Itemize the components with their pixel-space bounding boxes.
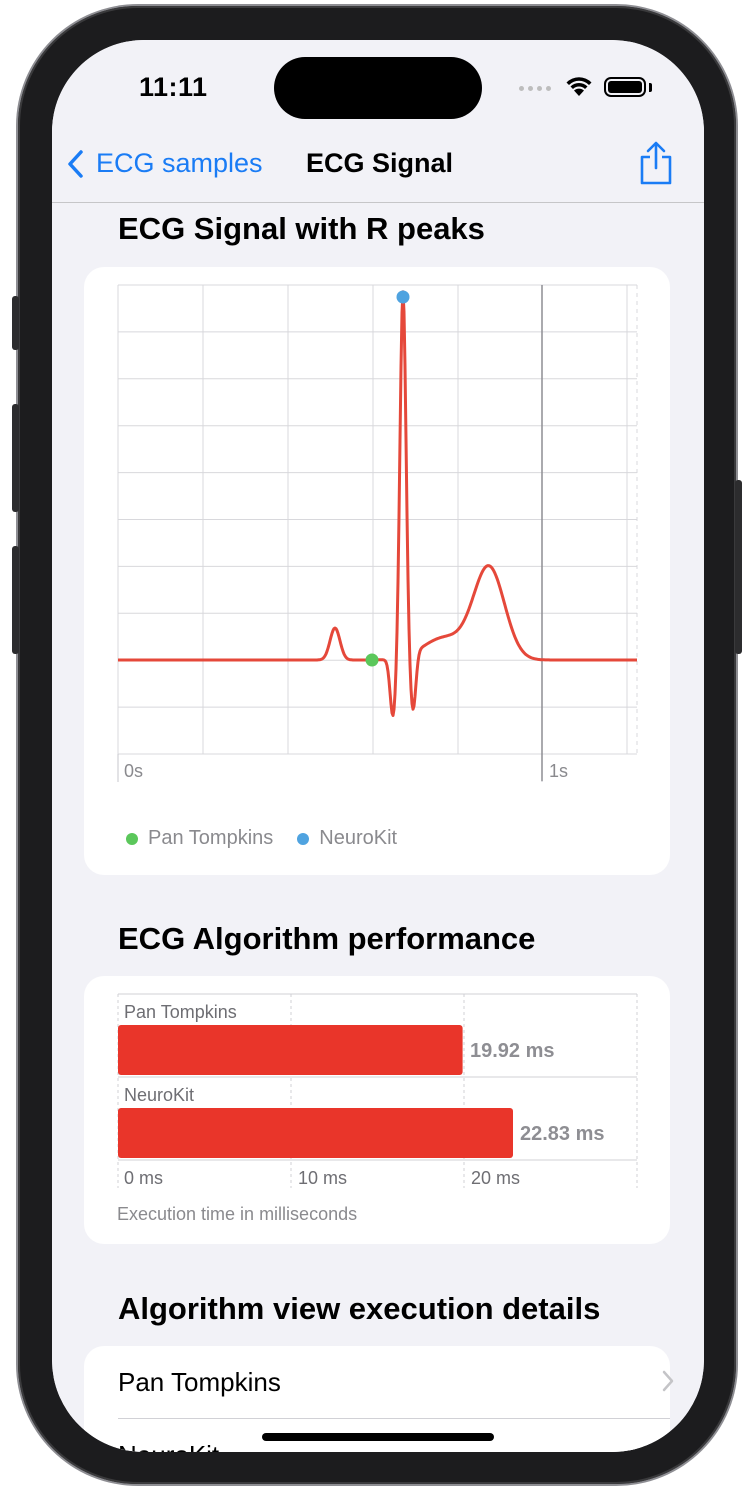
- power-button: [735, 480, 742, 654]
- bar-label-neurokit: NeuroKit: [124, 1085, 195, 1105]
- page-title: ECG Signal: [306, 148, 454, 178]
- bar-value-neurokit: 22.83 ms: [520, 1123, 605, 1145]
- neurokit-peak-marker: [396, 290, 410, 304]
- chart-caption: Execution time in milliseconds: [117, 1204, 358, 1224]
- chevron-right-icon: [662, 1370, 674, 1392]
- back-button-label: ECG samples: [96, 148, 263, 178]
- ecg-chart-card: 0s 1s Pan Tompkins NeuroKit: [84, 267, 670, 875]
- bar-neurokit: [118, 1108, 513, 1158]
- dynamic-island: [274, 57, 482, 119]
- status-bar: 11:11: [52, 40, 704, 140]
- bar-label-pan-tompkins: Pan Tompkins: [124, 1002, 237, 1022]
- volume-up-button: [12, 404, 19, 512]
- legend-label-neurokit: NeuroKit: [319, 827, 398, 849]
- list-item-label: NeuroKit: [118, 1440, 219, 1453]
- screen: 11:11 ECG samples ECG Signal ECG Signal …: [52, 40, 704, 1452]
- bar-pan-tompkins: [118, 1025, 463, 1075]
- content-scroll[interactable]: ECG Signal with R peaks 0s 1s Pan Tompki…: [52, 203, 704, 1452]
- back-button[interactable]: ECG samples: [66, 148, 263, 179]
- list-item-pan-tompkins[interactable]: Pan Tompkins: [118, 1346, 674, 1418]
- x-tick-20ms: 20 ms: [471, 1168, 521, 1188]
- x-tick-label-0s: 0s: [124, 761, 143, 781]
- list-item-label: Pan Tompkins: [118, 1366, 281, 1397]
- status-time: 11:11: [139, 72, 208, 102]
- x-tick-label-1s: 1s: [549, 761, 568, 781]
- x-tick-0ms: 0 ms: [124, 1168, 164, 1188]
- cellular-signal-icon: [519, 86, 551, 91]
- signal-section-title: ECG Signal with R peaks: [118, 211, 485, 246]
- silent-switch: [12, 296, 19, 350]
- share-icon[interactable]: [636, 140, 676, 188]
- performance-section-title: ECG Algorithm performance: [118, 921, 536, 956]
- ecg-legend: Pan Tompkins NeuroKit: [126, 827, 397, 850]
- chevron-right-icon: [662, 1443, 672, 1452]
- battery-icon: [604, 77, 646, 97]
- neurokit-legend-dot: [297, 832, 310, 845]
- bar-value-pan-tompkins: 19.92 ms: [470, 1040, 555, 1062]
- navigation-bar: ECG samples ECG Signal: [52, 140, 704, 203]
- legend-label-pan-tompkins: Pan Tompkins: [148, 827, 274, 849]
- pan-tompkins-peak-marker: [365, 653, 379, 667]
- pan-tompkins-legend-dot: [126, 832, 138, 845]
- volume-down-button: [12, 546, 19, 654]
- performance-chart-card: Pan Tompkins NeuroKit 19.92 ms 22.83 ms …: [84, 976, 670, 1244]
- x-tick-10ms: 10 ms: [298, 1168, 348, 1188]
- chevron-left-icon: [68, 149, 83, 178]
- battery-cap: [649, 83, 652, 92]
- home-indicator: [262, 1433, 494, 1441]
- details-section-title: Algorithm view execution details: [118, 1291, 601, 1326]
- wifi-icon: [566, 77, 592, 96]
- ecg-chart: 0s 1s: [117, 284, 638, 782]
- ecg-signal-line: [117, 290, 638, 717]
